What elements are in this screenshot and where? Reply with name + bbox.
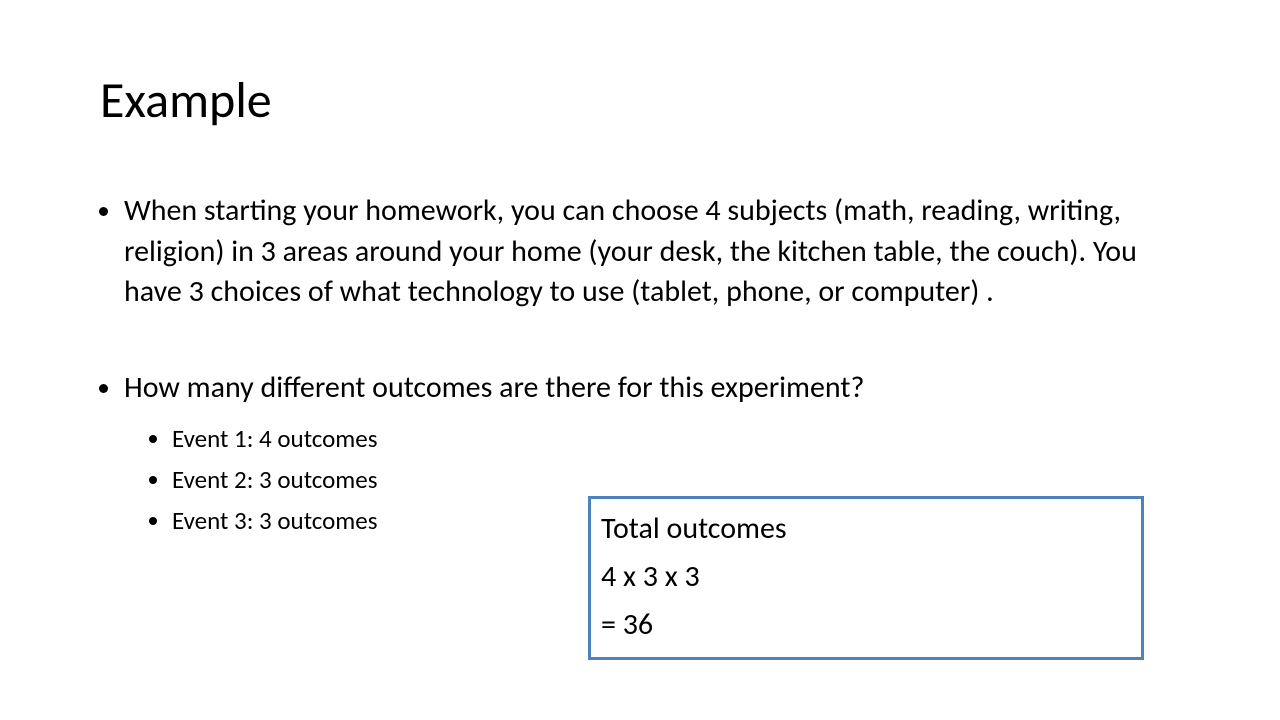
problem-bullet: When starting your homework, you can cho… (124, 191, 1180, 313)
event-2: Event 2: 3 outcomes (172, 461, 1180, 500)
answer-expression: 4 x 3 x 3 (601, 553, 1131, 601)
answer-result: = 36 (601, 601, 1131, 649)
slide: Example When starting your homework, you… (0, 0, 1280, 720)
question-text: How many different outcomes are there fo… (124, 369, 864, 406)
content-list: When starting your homework, you can cho… (100, 191, 1180, 540)
answer-label: Total outcomes (601, 505, 1131, 553)
event-1: Event 1: 4 outcomes (172, 420, 1180, 459)
slide-title: Example (100, 70, 1180, 131)
answer-box: Total outcomes 4 x 3 x 3 = 36 (588, 496, 1144, 660)
